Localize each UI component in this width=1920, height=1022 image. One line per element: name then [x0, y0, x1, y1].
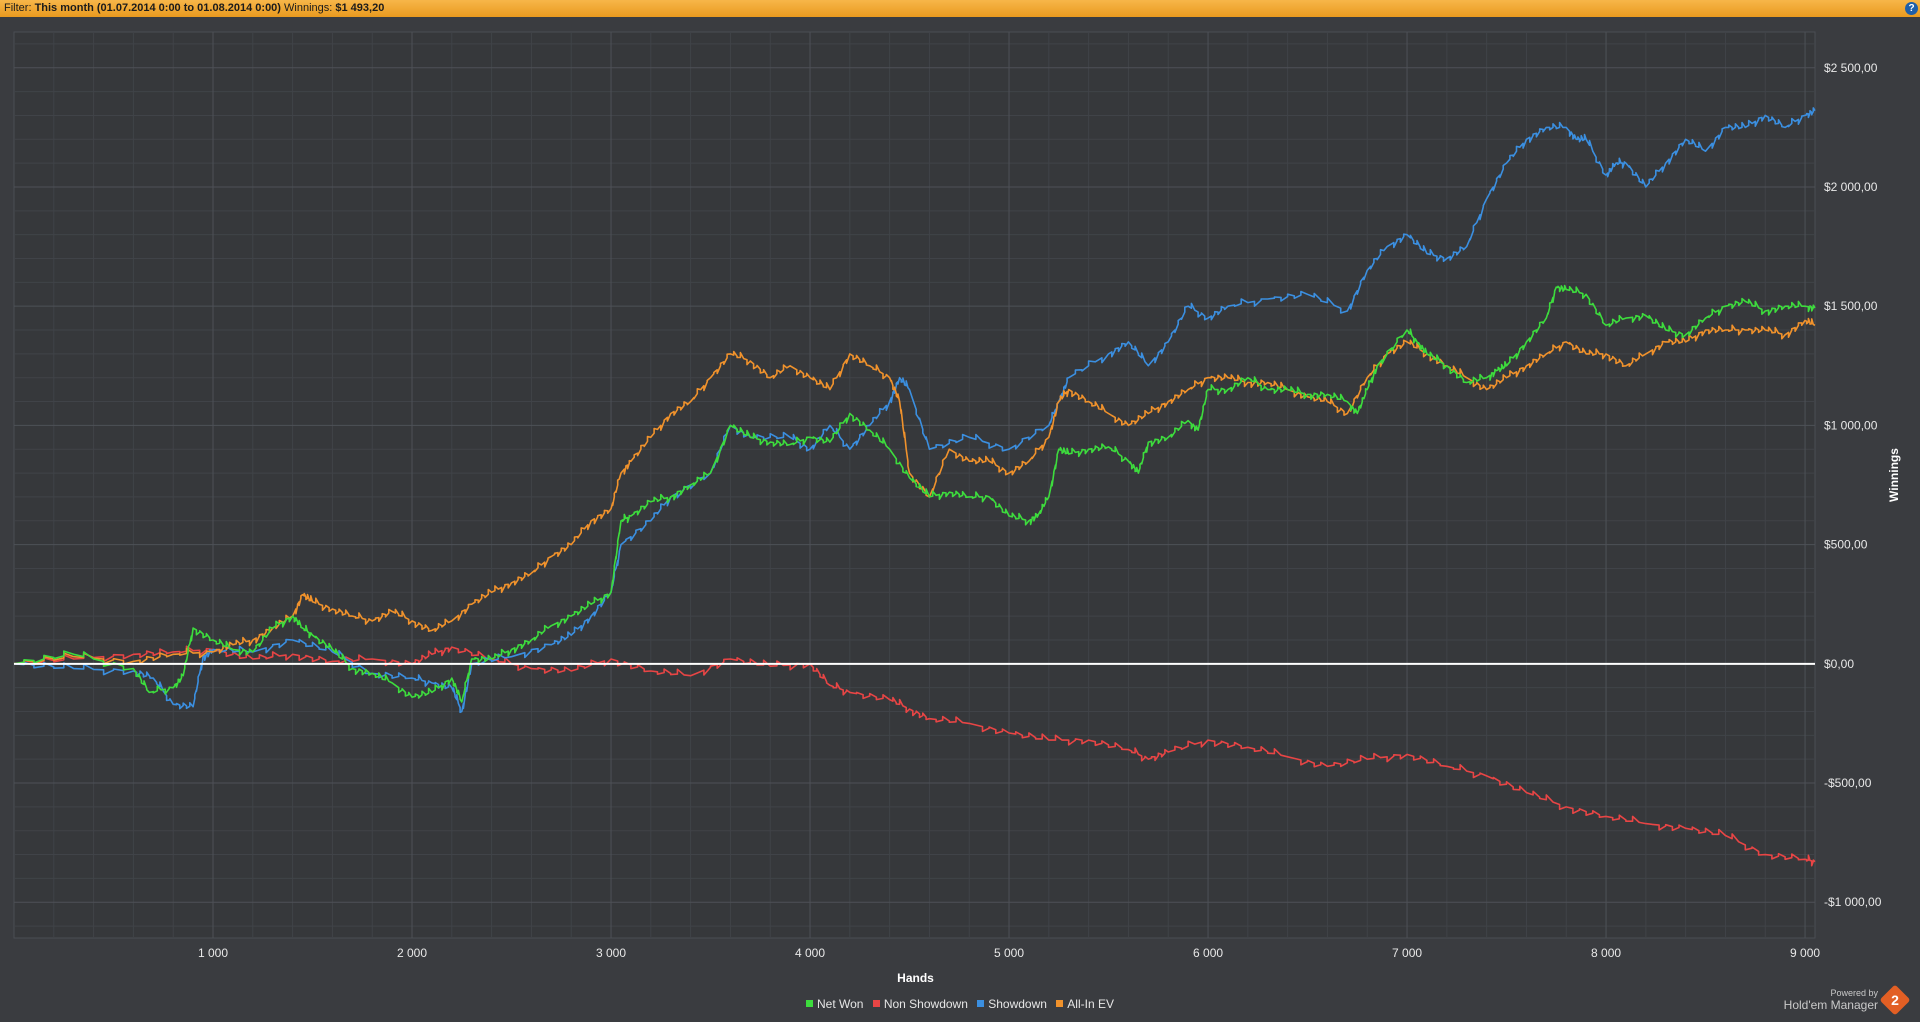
branding: Powered by Hold'em Manager — [1784, 988, 1878, 1012]
x-tick-label: 2 000 — [397, 946, 427, 960]
powered-by-text: Powered by — [1830, 988, 1878, 998]
legend-label: Showdown — [988, 997, 1047, 1011]
x-axis-title: Hands — [897, 971, 934, 985]
legend-label: Non Showdown — [883, 997, 968, 1011]
filter-label: Filter: — [4, 2, 32, 14]
y-tick-label: $500,00 — [1824, 538, 1868, 552]
legend-item-non-showdown[interactable]: Non Showdown — [872, 997, 968, 1011]
y-axis-title: Winnings — [1887, 448, 1901, 502]
legend-item-net-won[interactable]: Net Won — [806, 997, 863, 1011]
x-tick-label: 7 000 — [1392, 946, 1422, 960]
x-tick-label: 6 000 — [1193, 946, 1223, 960]
y-tick-label: $0,00 — [1824, 657, 1854, 671]
x-tick-label: 3 000 — [596, 946, 626, 960]
legend-swatch — [977, 1000, 985, 1008]
x-tick-label: 9 000 — [1790, 946, 1820, 960]
legend: Net Won Non Showdown Showdown All-In EV — [0, 997, 1920, 1011]
winnings-label: Winnings: — [284, 2, 333, 14]
y-axis-ticks: $2 500,00 $2 000,00 $1 500,00 $1 000,00 $500… — [1824, 61, 1882, 909]
winnings-value: $1 493,20 — [335, 2, 385, 14]
hm2-logo-icon: 2 — [1879, 984, 1911, 1016]
filter-bar: Filter: This month (01.07.2014 0:00 to 0… — [0, 0, 1920, 17]
x-tick-label: 8 000 — [1591, 946, 1621, 960]
product-name: Hold'em Manager — [1783, 998, 1878, 1012]
legend-item-showdown[interactable]: Showdown — [977, 997, 1047, 1011]
x-tick-label: 4 000 — [795, 946, 825, 960]
x-axis-ticks: 1 000 2 000 3 000 4 000 5 000 6 000 7 000 8 000… — [198, 946, 1820, 960]
y-tick-label: $1 000,00 — [1824, 418, 1878, 432]
legend-label: All-In EV — [1067, 997, 1114, 1011]
x-tick-label: 5 000 — [994, 946, 1024, 960]
legend-item-all-in-ev[interactable]: All-In EV — [1056, 997, 1114, 1011]
filter-period[interactable]: This month (01.07.2014 0:00 to 01.08.201… — [35, 2, 281, 14]
winnings-chart: 1 000 2 000 3 000 4 000 5 000 6 000 7 000 8 000… — [13, 31, 1901, 985]
legend-swatch — [1056, 1000, 1064, 1008]
y-tick-label: -$500,00 — [1824, 776, 1872, 790]
legend-swatch — [806, 1000, 814, 1008]
plot-area — [13, 31, 1816, 939]
y-tick-label: $1 500,00 — [1824, 299, 1878, 313]
logo-text: 2 — [1891, 992, 1899, 1008]
y-tick-label: $2 000,00 — [1824, 180, 1878, 194]
help-icon[interactable]: ? — [1905, 2, 1918, 15]
legend-swatch — [872, 1000, 880, 1008]
y-tick-label: -$1 000,00 — [1824, 895, 1882, 909]
x-tick-label: 1 000 — [198, 946, 228, 960]
legend-label: Net Won — [817, 997, 864, 1011]
y-tick-label: $2 500,00 — [1824, 61, 1878, 75]
